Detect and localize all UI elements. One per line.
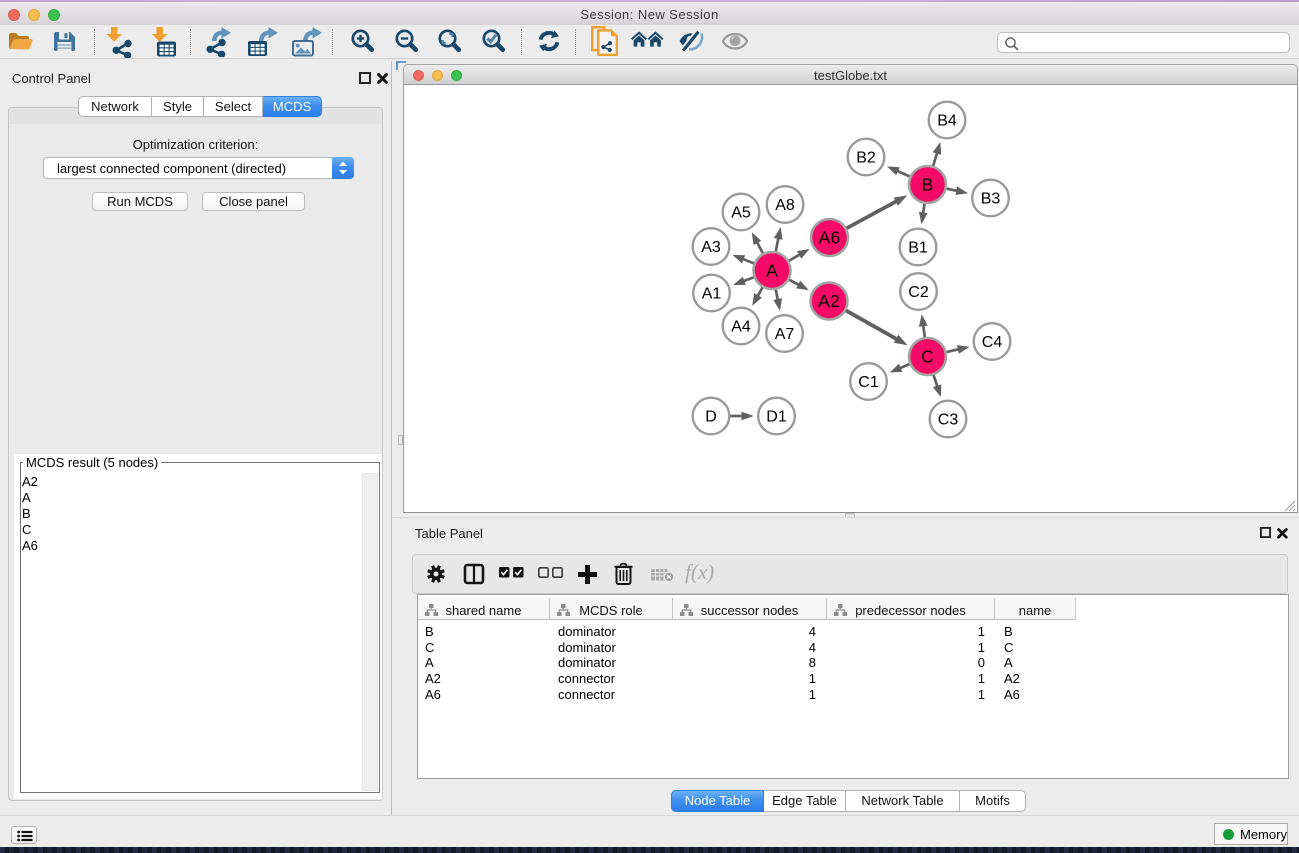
svg-text:A1: A1 bbox=[702, 286, 722, 303]
svg-text:A: A bbox=[766, 261, 778, 281]
svg-text:C1: C1 bbox=[858, 374, 879, 391]
svg-text:A7: A7 bbox=[775, 326, 795, 343]
svg-text:C4: C4 bbox=[982, 334, 1003, 351]
svg-text:B1: B1 bbox=[908, 240, 928, 257]
svg-text:C: C bbox=[921, 347, 934, 367]
svg-text:A8: A8 bbox=[775, 197, 795, 214]
svg-text:A6: A6 bbox=[819, 228, 840, 248]
svg-text:A5: A5 bbox=[731, 205, 751, 222]
svg-text:C3: C3 bbox=[938, 412, 959, 429]
svg-text:B4: B4 bbox=[937, 113, 957, 130]
svg-text:B: B bbox=[922, 175, 934, 195]
svg-text:A3: A3 bbox=[701, 239, 721, 256]
svg-text:B3: B3 bbox=[981, 191, 1001, 208]
svg-text:D1: D1 bbox=[766, 409, 787, 426]
svg-text:A2: A2 bbox=[818, 291, 839, 311]
svg-text:A4: A4 bbox=[731, 319, 751, 336]
svg-text:C2: C2 bbox=[908, 284, 929, 301]
svg-text:D: D bbox=[705, 409, 717, 426]
svg-text:B2: B2 bbox=[856, 150, 876, 167]
